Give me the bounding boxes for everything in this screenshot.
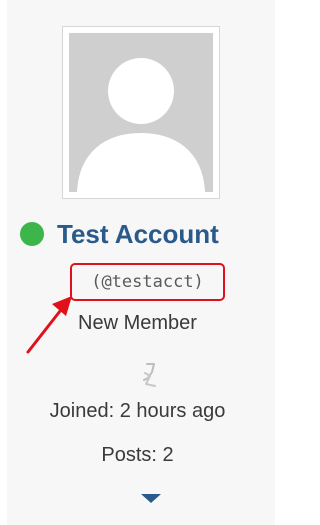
trophy-icon[interactable] [140,360,162,388]
avatar[interactable] [62,26,220,199]
user-handle: (@testacct) [70,263,225,301]
default-avatar-icon [69,33,213,192]
joined-date: Joined: 2 hours ago [49,400,226,422]
username-row: Test Account [20,216,219,252]
online-status-icon [20,222,44,246]
user-role-title: New Member [78,312,197,334]
username-link[interactable]: Test Account [57,219,219,250]
caret-down-icon[interactable] [141,494,161,503]
post-count: Posts: 2 [101,444,174,466]
